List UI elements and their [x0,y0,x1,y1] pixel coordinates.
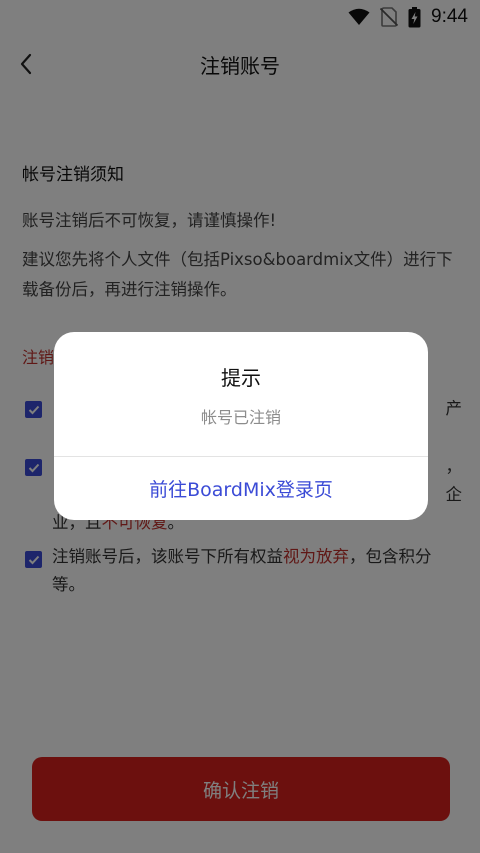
alert-dialog: 提示 帐号已注销 前往BoardMix登录页 [54,332,428,520]
dialog-title: 提示 [221,366,261,390]
dialog-message: 帐号已注销 [200,408,281,427]
go-to-login-button[interactable]: 前往BoardMix登录页 [54,457,428,520]
